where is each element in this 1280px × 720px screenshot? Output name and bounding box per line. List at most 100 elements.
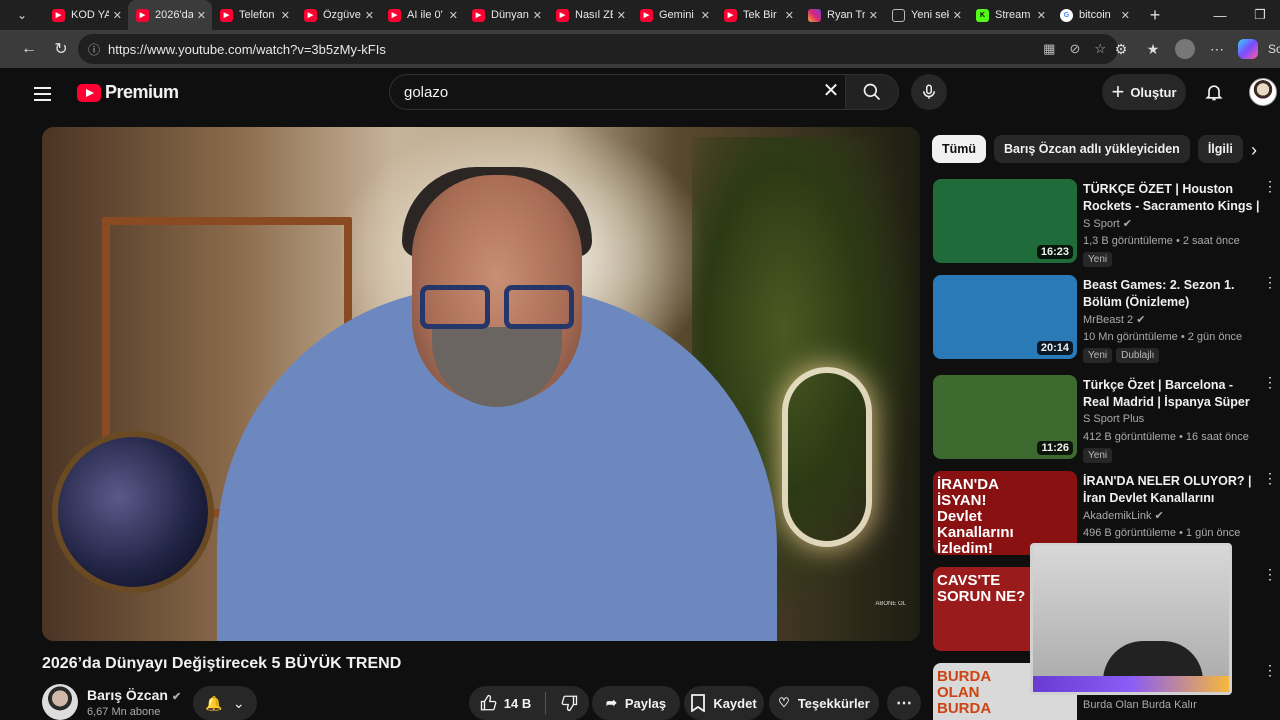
more-options-icon[interactable]: ⋮ bbox=[1263, 567, 1277, 581]
close-tab-icon[interactable]: ✕ bbox=[617, 9, 626, 22]
search-button[interactable] bbox=[845, 74, 899, 110]
profile-icon[interactable] bbox=[1174, 38, 1196, 60]
view-count-and-age: 496 B görüntüleme • 1 gün önce bbox=[1083, 527, 1241, 539]
video-player[interactable]: ABONE OL bbox=[42, 127, 920, 641]
back-button[interactable]: ← bbox=[14, 34, 44, 64]
video-thumbnail[interactable]: 20:14 bbox=[933, 275, 1077, 359]
filter-chip[interactable]: Tümü bbox=[932, 135, 987, 163]
browser-tab[interactable]: ▶ Nasıl ZE ✕ bbox=[548, 0, 632, 30]
close-tab-icon[interactable]: ✕ bbox=[953, 9, 962, 22]
like-button[interactable]: 14 B bbox=[480, 694, 531, 712]
tab-title: Stream bbox=[995, 9, 1031, 21]
close-tab-icon[interactable]: ✕ bbox=[281, 9, 290, 22]
tab-list-chevron-icon[interactable]: ⌄ bbox=[0, 0, 44, 30]
recommended-channel[interactable]: AkademikLink ✔ bbox=[1083, 509, 1164, 522]
close-tab-icon[interactable]: ✕ bbox=[533, 9, 542, 22]
browser-tab[interactable]: Yeni sek ✕ bbox=[884, 0, 968, 30]
badge-row: Yeni bbox=[1083, 448, 1113, 463]
youtube-play-icon bbox=[77, 83, 101, 102]
close-tab-icon[interactable]: ✕ bbox=[365, 9, 374, 22]
site-info-icon[interactable]: ⓘ bbox=[88, 41, 100, 58]
reload-button[interactable]: ↻ bbox=[46, 34, 76, 64]
filter-chip[interactable]: Barış Özcan adlı yükleyiciden bbox=[994, 135, 1190, 163]
close-tab-icon[interactable]: ✕ bbox=[1037, 9, 1046, 22]
share-button[interactable]: ➦ Paylaş bbox=[592, 686, 680, 720]
bell-icon: 🔔 bbox=[205, 694, 223, 711]
browser-tab[interactable]: ▶ Gemini ✕ bbox=[632, 0, 716, 30]
like-divider bbox=[545, 692, 547, 714]
recommended-channel-name: MrBeast 2 bbox=[1083, 314, 1134, 326]
close-tab-icon[interactable]: ✕ bbox=[113, 9, 122, 22]
thumbs-down-icon[interactable] bbox=[560, 694, 578, 712]
recommended-video[interactable]: 16:23 TÜRKÇE ÖZET | Houston Rockets - Sac… bbox=[933, 179, 1277, 267]
copilot-icon[interactable] bbox=[1238, 39, 1258, 59]
close-tab-icon[interactable]: ✕ bbox=[197, 9, 206, 22]
more-options-icon[interactable]: ⋮ bbox=[1263, 375, 1277, 389]
new-tab-button[interactable]: + bbox=[1140, 5, 1170, 26]
subscribe-watermark[interactable]: ABONE OL bbox=[875, 601, 906, 607]
guide-menu-icon[interactable] bbox=[34, 82, 58, 106]
favorites-icon[interactable]: ★ bbox=[1142, 38, 1164, 60]
close-tab-icon[interactable]: ✕ bbox=[449, 9, 458, 22]
new-tab-icon bbox=[892, 8, 905, 22]
recommended-video-title[interactable]: Türkçe Özet | Barcelona - Real Madrid | … bbox=[1083, 377, 1261, 411]
browser-tab[interactable]: ▶ Özgüve ✕ bbox=[296, 0, 380, 30]
browser-tab[interactable]: Ryan Tr ✕ bbox=[800, 0, 884, 30]
video-thumbnail[interactable]: 16:23 bbox=[933, 179, 1077, 263]
recommended-video-title[interactable]: Beast Games: 2. Sezon 1. Bölüm (Önizleme… bbox=[1083, 277, 1261, 311]
filter-chip[interactable]: İlgili bbox=[1197, 135, 1243, 163]
video-thumbnail[interactable]: 11:26 bbox=[933, 375, 1077, 459]
extensions-icon[interactable]: ⚙ bbox=[1110, 38, 1132, 60]
thanks-button[interactable]: ♡ Teşekkürler bbox=[769, 686, 879, 720]
youtube-logo[interactable]: Premium bbox=[77, 82, 179, 103]
browser-tab[interactable]: K Stream ✕ bbox=[968, 0, 1052, 30]
close-tab-icon[interactable]: ✕ bbox=[1121, 9, 1130, 22]
maximize-button[interactable]: ❐ bbox=[1240, 0, 1280, 30]
recommended-video-title[interactable]: TÜRKÇE ÖZET | Houston Rockets - Sacramen… bbox=[1083, 181, 1261, 215]
favorite-star-icon[interactable]: ☆ bbox=[1094, 41, 1106, 57]
recommended-channel[interactable]: S Sport Plus bbox=[1083, 413, 1144, 425]
chevron-right-icon[interactable]: › bbox=[1240, 136, 1268, 164]
minimize-button[interactable]: — bbox=[1200, 0, 1240, 30]
browser-tab[interactable]: ▶ Telefon ✕ bbox=[212, 0, 296, 30]
recommended-video-title[interactable]: İRAN'DA NELER OLUYOR? | İran Devlet Kana… bbox=[1083, 473, 1261, 507]
browser-tab[interactable]: ▶ KOD YA ✕ bbox=[44, 0, 128, 30]
browser-tab[interactable]: ▶ 2026'da ✕ bbox=[128, 0, 212, 30]
more-options-icon[interactable]: ⋮ bbox=[1263, 179, 1277, 193]
voice-search-button[interactable] bbox=[911, 74, 947, 110]
subscription-notification-button[interactable]: 🔔 ⌄ bbox=[193, 686, 257, 720]
more-options-icon[interactable]: ⋮ bbox=[1263, 275, 1277, 289]
app-available-icon[interactable]: ▦ bbox=[1043, 41, 1055, 57]
settings-more-icon[interactable]: ⋯ bbox=[1206, 38, 1228, 60]
address-bar[interactable]: ⓘ https://www.youtube.com/watch?v=3b5zMy… bbox=[78, 34, 1118, 64]
create-button[interactable]: + Oluştur bbox=[1102, 74, 1186, 110]
recommended-video[interactable]: 20:14 Beast Games: 2. Sezon 1. Bölüm (Öni… bbox=[933, 275, 1277, 363]
more-options-icon[interactable]: ⋮ bbox=[1263, 663, 1277, 677]
channel-avatar[interactable] bbox=[42, 684, 78, 720]
youtube-header: Premium golazo ✕ + Oluştur bbox=[0, 68, 1280, 124]
close-tab-icon[interactable]: ✕ bbox=[785, 9, 794, 22]
webcam-overlay bbox=[1030, 543, 1232, 695]
recommended-channel[interactable]: MrBeast 2 ✔ bbox=[1083, 313, 1145, 326]
close-tab-icon[interactable]: ✕ bbox=[701, 9, 710, 22]
tracking-prevention-icon[interactable]: ⊘ bbox=[1069, 41, 1080, 57]
save-button[interactable]: Kaydet bbox=[684, 686, 764, 720]
recommended-channel-name: S Sport bbox=[1083, 218, 1120, 230]
account-avatar[interactable] bbox=[1249, 78, 1277, 106]
search-input[interactable]: golazo bbox=[389, 74, 855, 110]
copilot-label[interactable]: Soh bbox=[1268, 42, 1280, 56]
browser-tab[interactable]: Gbitcoin ✕ bbox=[1052, 0, 1136, 30]
more-actions-button[interactable]: ⋯ bbox=[887, 686, 921, 720]
recommended-video[interactable]: 11:26 Türkçe Özet | Barcelona - Real Madr… bbox=[933, 375, 1277, 463]
browser-tab[interactable]: ▶ Dünyan ✕ bbox=[464, 0, 548, 30]
browser-tab[interactable]: ▶ Tek Bir ✕ bbox=[716, 0, 800, 30]
browser-tab[interactable]: ▶ AI ile 0' ✕ bbox=[380, 0, 464, 30]
more-options-icon[interactable]: ⋮ bbox=[1263, 471, 1277, 485]
channel-name[interactable]: Barış Özcan ✔ bbox=[87, 687, 181, 703]
recommended-channel[interactable]: S Sport ✔ bbox=[1083, 217, 1132, 230]
notifications-bell-icon[interactable] bbox=[1200, 78, 1228, 106]
recommended-channel[interactable]: Burda Olan Burda Kalır bbox=[1083, 699, 1197, 711]
close-tab-icon[interactable]: ✕ bbox=[869, 9, 878, 22]
clear-search-icon[interactable]: ✕ bbox=[818, 78, 844, 104]
youtube-icon: ▶ bbox=[556, 8, 569, 22]
